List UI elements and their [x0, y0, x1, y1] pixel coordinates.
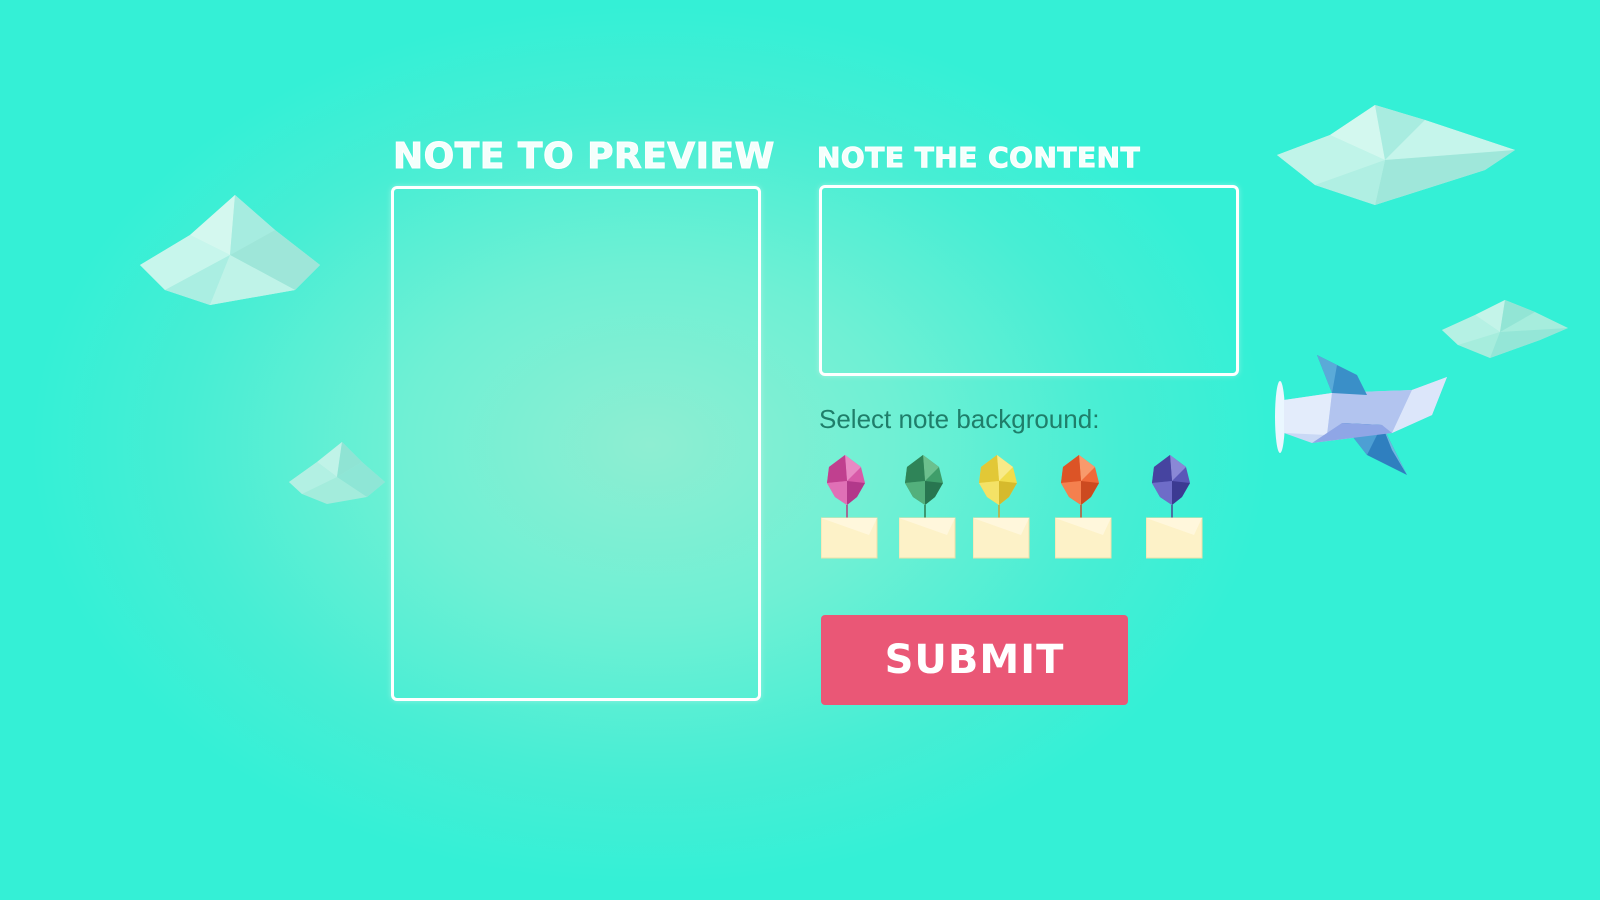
- content-heading: Note the content: [816, 141, 1141, 175]
- note-content-input[interactable]: [819, 185, 1239, 376]
- green-balloon-option[interactable]: [899, 455, 959, 560]
- background-select-label: Select note background:: [819, 404, 1100, 434]
- green-balloon-icon: [899, 455, 956, 559]
- orange-balloon-option[interactable]: [1055, 455, 1115, 560]
- yellow-balloon-icon: [973, 455, 1030, 559]
- cloud-icon: [1440, 300, 1570, 358]
- pink-balloon-option[interactable]: [821, 455, 881, 560]
- cloud-icon: [135, 195, 325, 310]
- note-preview-box: [391, 186, 761, 701]
- submit-button[interactable]: Submit: [821, 615, 1128, 705]
- purple-balloon-option[interactable]: [1146, 455, 1206, 560]
- cloud-icon: [1275, 105, 1520, 210]
- airplane-icon: [1272, 355, 1457, 485]
- purple-balloon-icon: [1146, 455, 1203, 559]
- yellow-balloon-option[interactable]: [973, 455, 1033, 560]
- preview-heading: Note to preview: [393, 136, 775, 178]
- orange-balloon-icon: [1055, 455, 1112, 559]
- cloud-icon: [287, 442, 387, 504]
- pink-balloon-icon: [821, 455, 878, 559]
